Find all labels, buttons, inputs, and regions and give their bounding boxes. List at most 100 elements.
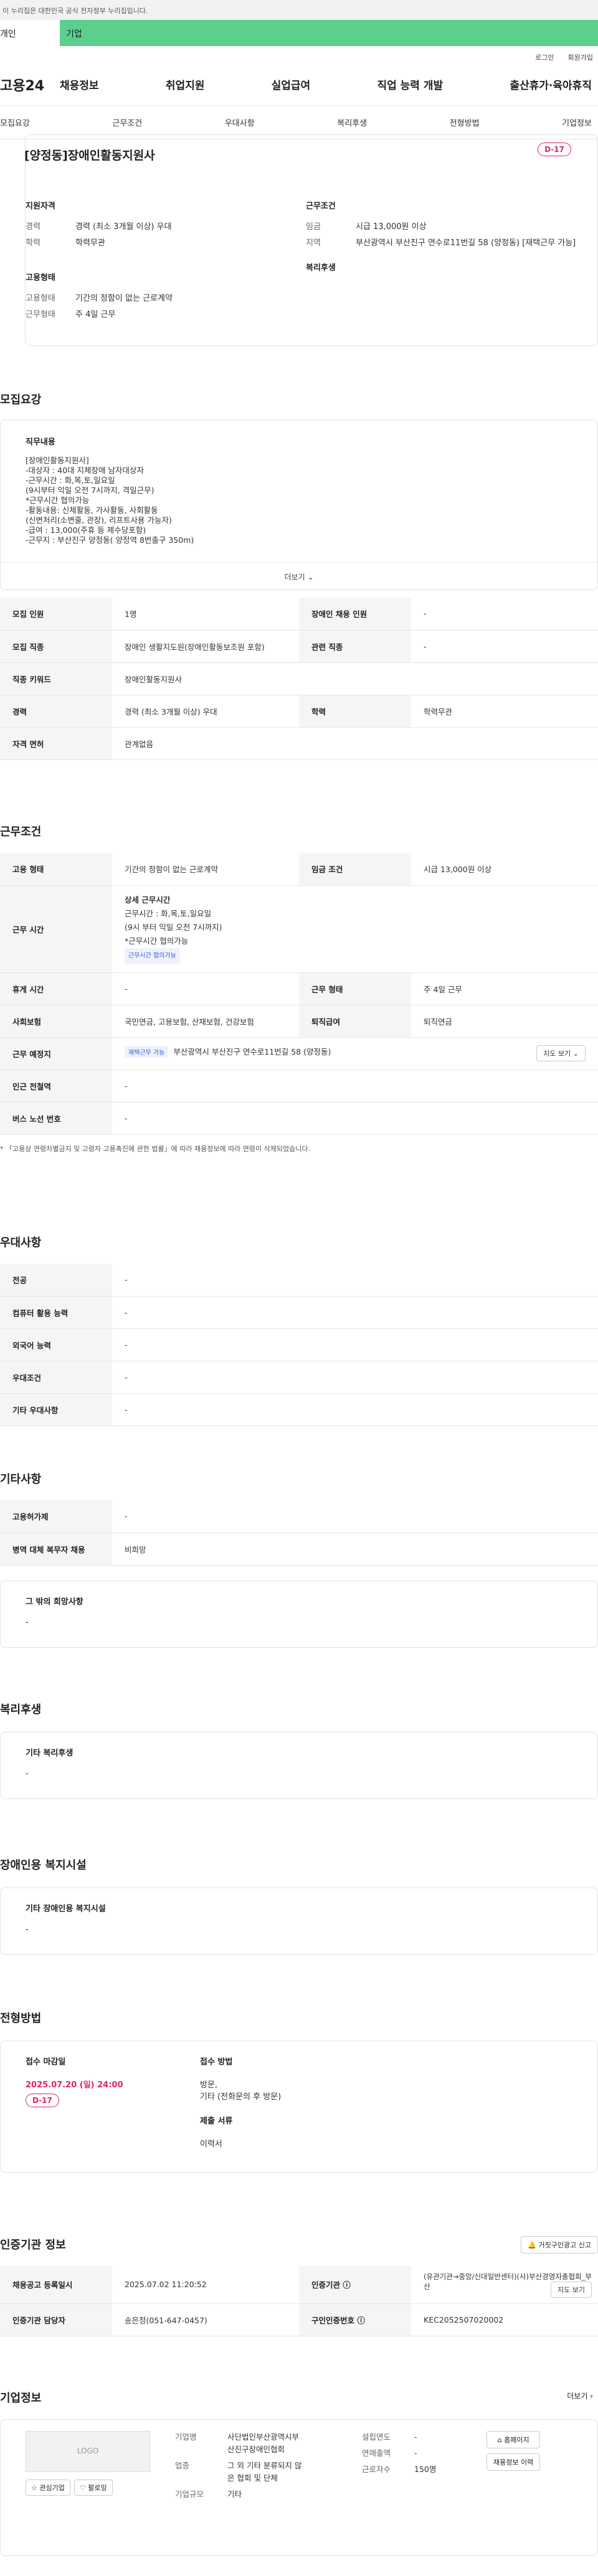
emp-label: 고용형태 xyxy=(26,294,55,303)
wage-label: 임금 xyxy=(306,222,321,232)
gnb-employment-support[interactable]: 취업지원 xyxy=(166,77,205,92)
cell-label: 기타 우대사항 xyxy=(0,1393,112,1426)
report-button[interactable]: 🔔 거짓구인광고 신고 xyxy=(521,2236,598,2254)
table-row: 자격 면허 관계없음 xyxy=(0,727,598,760)
cert-no-label: 구인인증번호 xyxy=(311,2315,355,2325)
cell-label: 컴퓨터 활용 능력 xyxy=(0,1296,112,1329)
company-more-link[interactable]: 더보기 › xyxy=(567,2390,593,2401)
tab-preference[interactable]: 우대사항 xyxy=(225,116,255,128)
cell-value: 주 4일 근무 xyxy=(411,972,598,1005)
qualification-heading: 지원자격 xyxy=(26,202,55,211)
cell-label: 병역 대체 복무자 채용 xyxy=(0,1533,112,1566)
table-row: 전공 - xyxy=(0,1264,598,1297)
facility-section: 장애인용 복지시설 기타 장애인용 복지시설 - xyxy=(0,1856,598,1955)
table-row: 인증기관 담당자 송은정(051-647-0457) 구인인증번호 ⓘ KEC2052… xyxy=(0,2303,598,2336)
method-value: 방문, xyxy=(200,2080,218,2090)
gnb-job-info[interactable]: 채용정보 xyxy=(60,77,99,92)
place-value: 부산광역시 부산진구 연수로11번길 58 (양정동) xyxy=(173,1047,331,1056)
area-value: 부산광역시 부산진구 연수로11번길 58 (양정동) [재택근무 가능] xyxy=(356,238,576,248)
map-button[interactable]: 지도 보기 ⌄ xyxy=(536,1045,586,1061)
cell-value: 장애인활동지원사 xyxy=(112,662,598,695)
favorite-label: 관심기업 xyxy=(39,2484,65,2492)
cell-value: 학력무관 xyxy=(411,695,598,728)
pref-title: 우대사항 xyxy=(0,1236,42,1249)
est-value: - xyxy=(414,2432,417,2442)
cert-table: 채용공고 등록일시 2025.07.02 11:20:52 인증기관 ⓘ (유관기관→… xyxy=(0,2266,598,2336)
apply-title: 전형방법 xyxy=(0,2012,42,2025)
area-label: 지역 xyxy=(306,238,321,248)
gnb-unemployment-benefit[interactable]: 실업급여 xyxy=(272,77,311,92)
tab-selection[interactable]: 전형방법 xyxy=(450,116,480,128)
cell-label: 임금 조건 xyxy=(299,853,411,886)
tab-welfare[interactable]: 복리후생 xyxy=(337,116,367,128)
report-label: 거짓구인광고 신고 xyxy=(538,2241,591,2249)
welfare-title: 복리후생 xyxy=(0,1703,42,1716)
tab-work-conditions[interactable]: 근무조건 xyxy=(112,116,142,128)
job-title: [양정동]장애인활동지원사 xyxy=(24,149,155,162)
gov-banner: 이 누리집은 대한민국 공식 전자정부 누리집입니다. xyxy=(0,0,598,20)
cell-value: 비희망 xyxy=(112,1533,598,1566)
homepage-button[interactable]: ⌂ 홈페이지 xyxy=(486,2431,541,2448)
size-label: 기업규모 xyxy=(175,2489,204,2499)
map-label: 지도 보기 xyxy=(543,1050,571,1058)
facility-value: - xyxy=(26,1925,29,1934)
gnb-skill-development[interactable]: 직업 능력 개발 xyxy=(377,77,443,92)
pref-table: 전공 - 컴퓨터 활용 능력 - 외국어 능력 - 우대조건 - 기타 우대사항 - xyxy=(0,1264,598,1426)
cell-label: 인근 전철역 xyxy=(0,1069,112,1102)
tab-recruit[interactable]: 모집요강 xyxy=(0,116,30,128)
hope-card: 그 밖의 희망사항 - xyxy=(0,1580,598,1648)
table-row: 고용허가제 - xyxy=(0,1500,598,1533)
cell-value: KEC2052507020002 xyxy=(411,2303,598,2336)
apply-section: 전형방법 접수 마감일 2025.07.20 (일) 24:00 D-17 접수… xyxy=(0,2010,598,2173)
edu-label: 학력 xyxy=(26,238,40,248)
gnb-parental-leave[interactable]: 출산휴가·육아휴직 xyxy=(510,77,592,92)
table-row: 우대조건 - xyxy=(0,1361,598,1394)
cell-value: 상세 근무시간 근무시간 : 화,목,토,일요일 (9시 부터 익일 오전 7시… xyxy=(112,885,598,973)
tab-personal[interactable]: 개인 xyxy=(0,20,60,46)
cell-value: - xyxy=(112,1264,598,1297)
company-title: 기업정보 xyxy=(0,2392,42,2405)
site-logo[interactable]: 고용24 xyxy=(0,75,60,95)
info-icon[interactable]: ⓘ xyxy=(357,2316,365,2325)
welfare-heading: 복리후생 xyxy=(306,263,336,273)
cell-value: - xyxy=(112,972,299,1005)
etc-title: 기타사항 xyxy=(0,1473,42,1486)
industry-label: 업종 xyxy=(175,2461,190,2470)
hope-value: - xyxy=(26,1617,29,1627)
home-icon: ⌂ xyxy=(497,2436,502,2444)
exp-value: 경력 (최소 3개월 이상) 우대 xyxy=(75,222,172,232)
table-row: 모집 인원 1명 장애인 채용 인원 - xyxy=(0,598,598,631)
est-label: 설립연도 xyxy=(362,2432,391,2442)
signup-link[interactable]: 회원가입 xyxy=(568,52,593,63)
hope-caption: 그 밖의 희망사항 xyxy=(26,1597,83,1607)
job-history-button[interactable]: 채용정보 이력 xyxy=(486,2453,541,2471)
table-row: 인근 전철역 - xyxy=(0,1069,598,1102)
more-label: 더보기 xyxy=(567,2392,588,2400)
tab-company[interactable]: 기업정보 xyxy=(562,116,592,128)
login-link[interactable]: 로그인 xyxy=(535,52,554,63)
table-row: 직종 키워드 장애인활동지원사 xyxy=(0,662,598,695)
table-row: 휴게 시간 - 근무 형태 주 4일 근무 xyxy=(0,972,598,1005)
welfare-section: 복리후생 기타 복리후생 - xyxy=(0,1701,598,1799)
company-card: LOGO ☆ 관심기업 ♡ 팔로잉 기업명 사단법인부산광역시부산진구장애인협회 업… xyxy=(0,2419,598,2556)
cell-value: 경력 (최소 3개월 이상) 우대 xyxy=(112,695,299,728)
info-icon[interactable]: ⓘ xyxy=(343,2280,351,2290)
table-row: 병역 대체 복무자 채용 비희망 xyxy=(0,1533,598,1566)
cell-label: 퇴직급여 xyxy=(299,1005,411,1038)
cell-value: 관계없음 xyxy=(112,727,598,760)
dday-badge: D-17 xyxy=(26,2094,59,2107)
more-button[interactable]: 더보기 ⌄ xyxy=(1,562,597,590)
apply-card: 접수 마감일 2025.07.20 (일) 24:00 D-17 접수 방법 방… xyxy=(0,2041,598,2173)
deadline-caption: 접수 마감일 xyxy=(26,2057,66,2067)
welfare-caption: 기타 복리후생 xyxy=(26,1749,74,1758)
facility-caption: 기타 장애인용 복지시설 xyxy=(26,1904,106,1914)
tab-business[interactable]: 기업 xyxy=(60,20,598,46)
method-value: 기타 (전화문의 후 방문) xyxy=(200,2092,282,2102)
map-button[interactable]: 지도 보기 xyxy=(551,2281,592,2298)
cell-value: - xyxy=(112,1393,598,1426)
favorite-button[interactable]: ☆ 관심기업 xyxy=(26,2480,70,2496)
sales-value: - xyxy=(414,2448,417,2458)
follow-button[interactable]: ♡ 팔로잉 xyxy=(74,2480,113,2496)
time-line: (9시 부터 익일 오전 7시까지) xyxy=(125,923,222,932)
job-summary-card: [양정동]장애인활동지원사 D-17 지원자격 경력 경력 (최소 3개월 이상)… xyxy=(24,134,598,346)
